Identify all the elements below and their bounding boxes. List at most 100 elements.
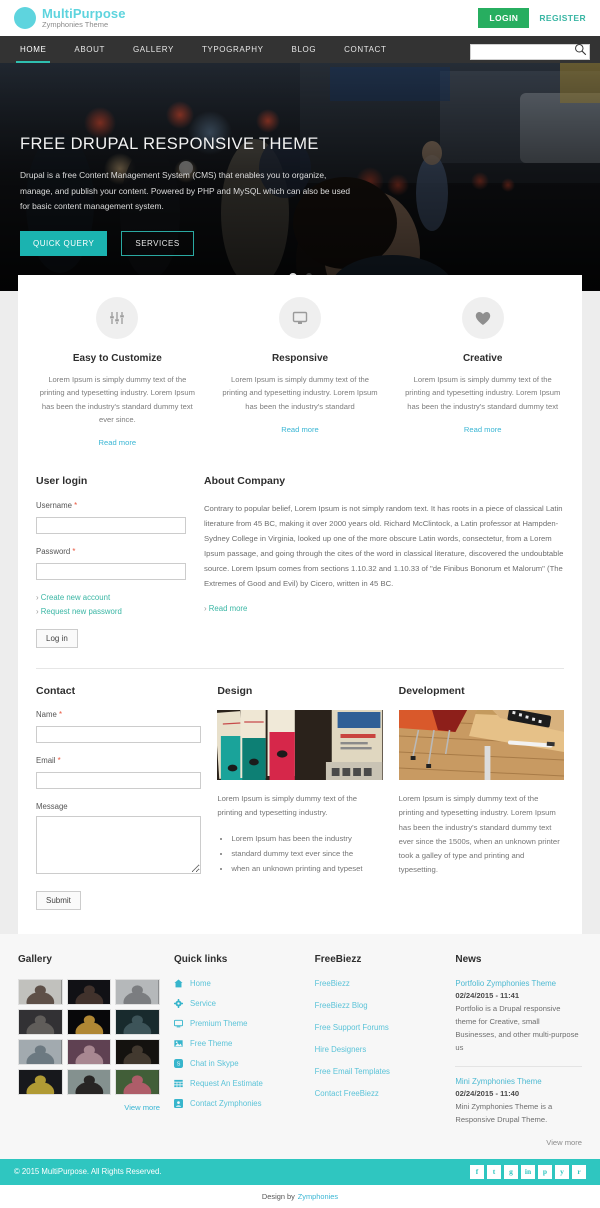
gallery-thumbnail[interactable] bbox=[66, 979, 112, 1006]
freebiezz-link[interactable]: Hire Designers bbox=[315, 1045, 442, 1054]
linkedin-icon[interactable]: in bbox=[521, 1164, 535, 1179]
quick-link-contact-zymphonies[interactable]: Contact Zymphonies bbox=[174, 1099, 301, 1109]
svg-text:S: S bbox=[177, 1062, 181, 1068]
three-column-section: Contact Name * Email * Message Submit De… bbox=[18, 669, 582, 934]
create-new-account-link[interactable]: Create new account bbox=[36, 593, 186, 602]
site-logo[interactable]: MultiPurpose Zymphonies Theme bbox=[14, 7, 126, 29]
nav-item-blog[interactable]: BLOG bbox=[278, 36, 331, 63]
freebiezz-link[interactable]: Free Support Forums bbox=[315, 1023, 442, 1032]
username-input[interactable] bbox=[36, 517, 186, 535]
design-list: Lorem Ipsum has been the industry standa… bbox=[231, 831, 382, 877]
username-label: Username * bbox=[36, 501, 186, 510]
development-body: Lorem Ipsum is simply dummy text of the … bbox=[398, 794, 560, 875]
quick-link-label: Contact Zymphonies bbox=[190, 1099, 262, 1109]
gallery-thumbnail[interactable] bbox=[66, 1039, 112, 1066]
google-plus-icon[interactable]: g bbox=[504, 1164, 518, 1179]
message-label: Message bbox=[36, 802, 68, 812]
email-input[interactable] bbox=[36, 772, 202, 790]
pinterest-icon[interactable]: p bbox=[538, 1164, 552, 1179]
gallery-thumbnail[interactable] bbox=[18, 1009, 63, 1036]
copyright-text: © 2015 MultiPurpose. All Rights Reserved… bbox=[14, 1167, 162, 1177]
gallery-thumbnail[interactable] bbox=[18, 979, 63, 1006]
contact-icon bbox=[174, 1099, 183, 1109]
feature-card-responsive: Responsive Lorem Ipsum is simply dummy t… bbox=[209, 297, 392, 447]
youtube-icon[interactable]: y bbox=[555, 1164, 569, 1179]
freebiezz-link[interactable]: Free Email Templates bbox=[315, 1067, 442, 1076]
news-item-title[interactable]: Mini Zymphonies Theme bbox=[455, 1077, 582, 1086]
freebiezz-title: FreeBiezz bbox=[314, 954, 362, 966]
request-new-password-link[interactable]: Request new password bbox=[36, 607, 186, 616]
freebiezz-link[interactable]: FreeBiezz bbox=[315, 979, 442, 988]
grid-icon bbox=[174, 1079, 183, 1088]
quick-query-button[interactable]: QUICK QUERY bbox=[20, 230, 108, 256]
login-and-about-section: User login Username * Password * Create … bbox=[18, 457, 582, 654]
nav-item-home[interactable]: HOME bbox=[6, 36, 60, 63]
feature-description: Lorem Ipsum is simply dummy text of the … bbox=[405, 375, 561, 411]
nav-item-contact[interactable]: CONTACT bbox=[330, 36, 400, 63]
feature-read-more-link[interactable]: Read more bbox=[403, 425, 562, 434]
hero-description: Drupal is a free Content Management Syst… bbox=[20, 170, 351, 212]
gallery-thumbnail[interactable] bbox=[66, 1009, 112, 1036]
quick-link-free-theme[interactable]: Free Theme bbox=[174, 1039, 301, 1048]
gallery-thumbnail[interactable] bbox=[115, 979, 160, 1006]
nav-item-about[interactable]: ABOUT bbox=[60, 36, 119, 63]
zymphonies-link[interactable]: Zymphonies bbox=[298, 1192, 338, 1201]
about-company-body: Contrary to popular belief, Lorem Ipsum … bbox=[204, 504, 564, 589]
gallery-thumbnail[interactable] bbox=[18, 1069, 63, 1096]
submit-button[interactable]: Submit bbox=[36, 891, 81, 911]
feature-title: Creative bbox=[462, 353, 503, 364]
logo-title: MultiPurpose bbox=[42, 6, 126, 22]
required-marker: * bbox=[74, 501, 78, 511]
nav-item-typography[interactable]: TYPOGRAPHY bbox=[188, 36, 278, 63]
gallery-thumbnail[interactable] bbox=[115, 1009, 160, 1036]
freebiezz-link[interactable]: Contact FreeBiezz bbox=[315, 1089, 442, 1098]
site-header: MultiPurpose Zymphonies Theme LOGIN REGI… bbox=[0, 0, 600, 36]
quick-link-chat-in-skype[interactable]: S Chat in Skype bbox=[174, 1059, 301, 1069]
quick-link-label: Free Theme bbox=[190, 1039, 233, 1049]
search-input[interactable] bbox=[470, 44, 590, 60]
news-view-more-link[interactable]: View more bbox=[455, 1138, 582, 1147]
login-button[interactable]: LOGIN bbox=[478, 8, 530, 28]
quick-link-premium-theme[interactable]: Premium Theme bbox=[174, 1019, 301, 1028]
gallery-thumbnail[interactable] bbox=[115, 1069, 160, 1096]
gallery-thumbnail[interactable] bbox=[66, 1069, 112, 1096]
contact-form-block: Contact Name * Email * Message Submit bbox=[36, 685, 202, 911]
required-marker: * bbox=[57, 756, 61, 766]
log-in-button[interactable]: Log in bbox=[36, 629, 78, 649]
news-item-title[interactable]: Portfolio Zymphonies Theme bbox=[455, 979, 582, 988]
nav-item-gallery[interactable]: GALLERY bbox=[119, 36, 188, 63]
email-label-text: Email bbox=[36, 756, 56, 766]
gallery-thumbnail-grid bbox=[18, 979, 160, 1096]
feature-title: Easy to Customize bbox=[72, 353, 162, 364]
password-label-text: Password bbox=[36, 547, 71, 557]
name-input[interactable] bbox=[36, 726, 202, 744]
gallery-view-more-link[interactable]: View more bbox=[18, 1103, 160, 1112]
quick-link-home[interactable]: Home bbox=[174, 979, 301, 988]
facebook-icon[interactable]: f bbox=[470, 1164, 484, 1179]
logo-subtitle: Zymphonies Theme bbox=[42, 20, 109, 30]
twitter-icon[interactable]: t bbox=[487, 1164, 501, 1179]
feature-read-more-link[interactable]: Read more bbox=[221, 425, 380, 434]
feature-title: Responsive bbox=[271, 353, 329, 364]
logo-mark-icon bbox=[14, 7, 36, 29]
required-marker: * bbox=[58, 710, 63, 720]
hero-banner: FREE DRUPAL RESPONSIVE THEME Drupal is a… bbox=[0, 63, 600, 291]
email-label: Email * bbox=[36, 756, 201, 765]
user-login-title: User login bbox=[36, 475, 88, 488]
about-read-more-link[interactable]: Read more bbox=[204, 604, 248, 613]
quick-links-title: Quick links bbox=[174, 954, 228, 966]
services-button[interactable]: SERVICES bbox=[121, 230, 194, 256]
quick-link-request-an-estimate[interactable]: Request An Estimate bbox=[174, 1079, 301, 1088]
gallery-thumbnail[interactable] bbox=[18, 1039, 63, 1066]
features-section: Easy to Customize Lorem Ipsum is simply … bbox=[18, 297, 582, 457]
password-input[interactable] bbox=[36, 563, 186, 581]
gallery-thumbnail[interactable] bbox=[115, 1039, 160, 1066]
quick-link-service[interactable]: Service bbox=[174, 999, 301, 1009]
rss-icon[interactable]: r bbox=[572, 1164, 586, 1179]
username-label-text: Username bbox=[36, 501, 72, 511]
register-link[interactable]: REGISTER bbox=[539, 13, 586, 23]
message-textarea[interactable] bbox=[36, 816, 202, 875]
about-company-title: About Company bbox=[204, 475, 286, 488]
freebiezz-link[interactable]: FreeBiezz Blog bbox=[315, 1001, 442, 1010]
feature-read-more-link[interactable]: Read more bbox=[38, 438, 197, 447]
